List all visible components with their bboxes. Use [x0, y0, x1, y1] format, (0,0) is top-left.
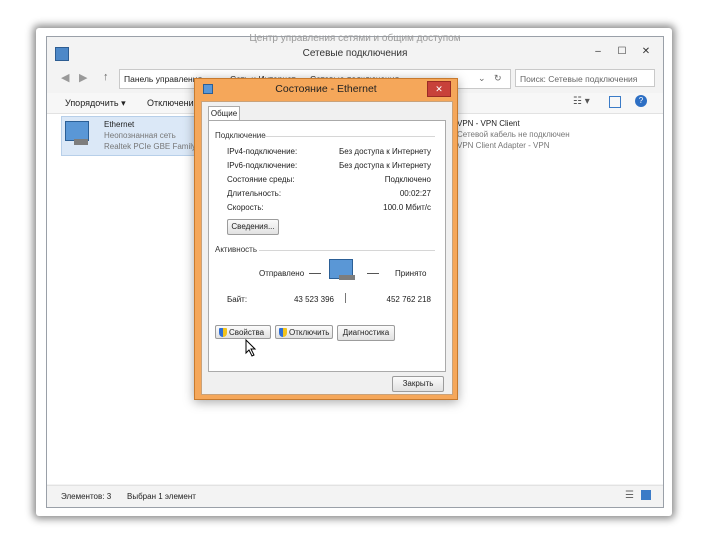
- connection-name: VPN - VPN Client: [457, 119, 520, 128]
- close-dialog-button[interactable]: Закрыть: [392, 376, 444, 392]
- activity-section-title: Активность: [215, 245, 258, 254]
- ipv4-label: IPv4-подключение:: [227, 147, 298, 156]
- ipv4-value: Без доступа к Интернету: [338, 147, 431, 156]
- close-window-button[interactable]: ✕: [635, 45, 657, 59]
- connection-adapter: Realtek PCIe GBE Family C: [104, 142, 200, 151]
- received-line: [367, 273, 379, 274]
- status-bar: Элементов: 3 Выбран 1 элемент ☰: [47, 485, 663, 506]
- ethernet-status-dialog: Состояние - Ethernet ✕ Общие Подключение…: [194, 78, 458, 400]
- general-panel: Подключение IPv4-подключение: Без доступ…: [208, 120, 446, 372]
- up-arrow-icon[interactable]: ↑: [103, 71, 109, 83]
- view-options-icon[interactable]: ☷ ▾: [573, 96, 590, 107]
- details-button[interactable]: Сведения...: [227, 219, 279, 235]
- shield-icon: [219, 328, 227, 338]
- media-state-label: Состояние среды:: [227, 175, 295, 184]
- ghost-window-title: Центр управления сетями и общим доступом: [249, 33, 461, 44]
- close-icon[interactable]: ✕: [427, 81, 451, 97]
- bytes-sent: 43 523 396: [293, 295, 334, 304]
- divider: [259, 250, 435, 251]
- shield-icon: [279, 328, 287, 338]
- properties-button[interactable]: Свойства: [215, 325, 271, 339]
- connection-adapter: VPN Client Adapter - VPN: [457, 141, 550, 150]
- disable-button[interactable]: Отключить: [275, 325, 333, 339]
- network-cable-icon: [339, 275, 355, 280]
- connection-section-title: Подключение: [215, 131, 266, 140]
- bytes-divider: [345, 293, 346, 303]
- network-adapter-icon: [65, 121, 89, 141]
- back-arrow-icon[interactable]: ◀: [61, 71, 69, 84]
- disable-command[interactable]: Отключение: [147, 98, 199, 108]
- item-count: Элементов: 3: [61, 492, 112, 501]
- refresh-icon[interactable]: ↻: [494, 73, 502, 84]
- speed-label: Скорость:: [227, 203, 264, 212]
- ipv6-value: Без доступа к Интернету: [338, 161, 431, 170]
- sent-line: [309, 273, 321, 274]
- bytes-received: 452 762 218: [386, 295, 432, 304]
- list-item-ethernet[interactable]: Ethernet Неопознанная сеть Realtek PCIe …: [61, 116, 203, 156]
- tab-general[interactable]: Общие: [208, 106, 240, 121]
- diagnose-button[interactable]: Диагностика: [337, 325, 395, 341]
- speed-value: 100.0 Мбит/с: [383, 203, 431, 212]
- divider: [265, 136, 435, 137]
- organize-menu[interactable]: Упорядочить ▾: [65, 98, 126, 109]
- ipv6-label: IPv6-подключение:: [227, 161, 298, 170]
- dialog-title: Состояние - Ethernet: [275, 83, 377, 95]
- selected-count: Выбран 1 элемент: [127, 492, 196, 501]
- forward-arrow-icon[interactable]: ▶: [79, 71, 87, 84]
- help-icon[interactable]: ?: [635, 95, 647, 107]
- network-cable-icon: [74, 139, 88, 145]
- tiles-view-icon[interactable]: [641, 490, 651, 500]
- list-item-vpn[interactable]: VPN - VPN Client Сетевой кабель не подкл…: [457, 116, 607, 154]
- received-label: Принято: [395, 269, 427, 278]
- connection-status: Сетевой кабель не подключен: [457, 130, 570, 139]
- sent-label: Отправлено: [259, 269, 305, 278]
- dialog-body: Общие Подключение IPv4-подключение: Без …: [201, 101, 453, 395]
- preview-pane-icon[interactable]: [609, 96, 621, 108]
- dropdown-icon[interactable]: ⌄: [478, 73, 486, 84]
- breadcrumb-item[interactable]: Панель управления: [124, 74, 202, 84]
- connection-name: Ethernet: [104, 120, 135, 129]
- duration-value: 00:02:27: [399, 189, 431, 198]
- mouse-cursor-icon: [245, 339, 257, 357]
- window-title: Сетевые подключения: [302, 48, 408, 59]
- connection-status: Неопознанная сеть: [104, 131, 176, 140]
- duration-label: Длительность:: [227, 189, 282, 198]
- details-view-icon[interactable]: ☰: [625, 490, 634, 501]
- search-input[interactable]: Поиск: Сетевые подключения: [515, 69, 655, 87]
- minimize-button[interactable]: –: [587, 45, 609, 59]
- media-state-value: Подключено: [384, 175, 431, 184]
- bytes-label: Байт:: [227, 295, 248, 304]
- maximize-button[interactable]: ☐: [611, 45, 633, 59]
